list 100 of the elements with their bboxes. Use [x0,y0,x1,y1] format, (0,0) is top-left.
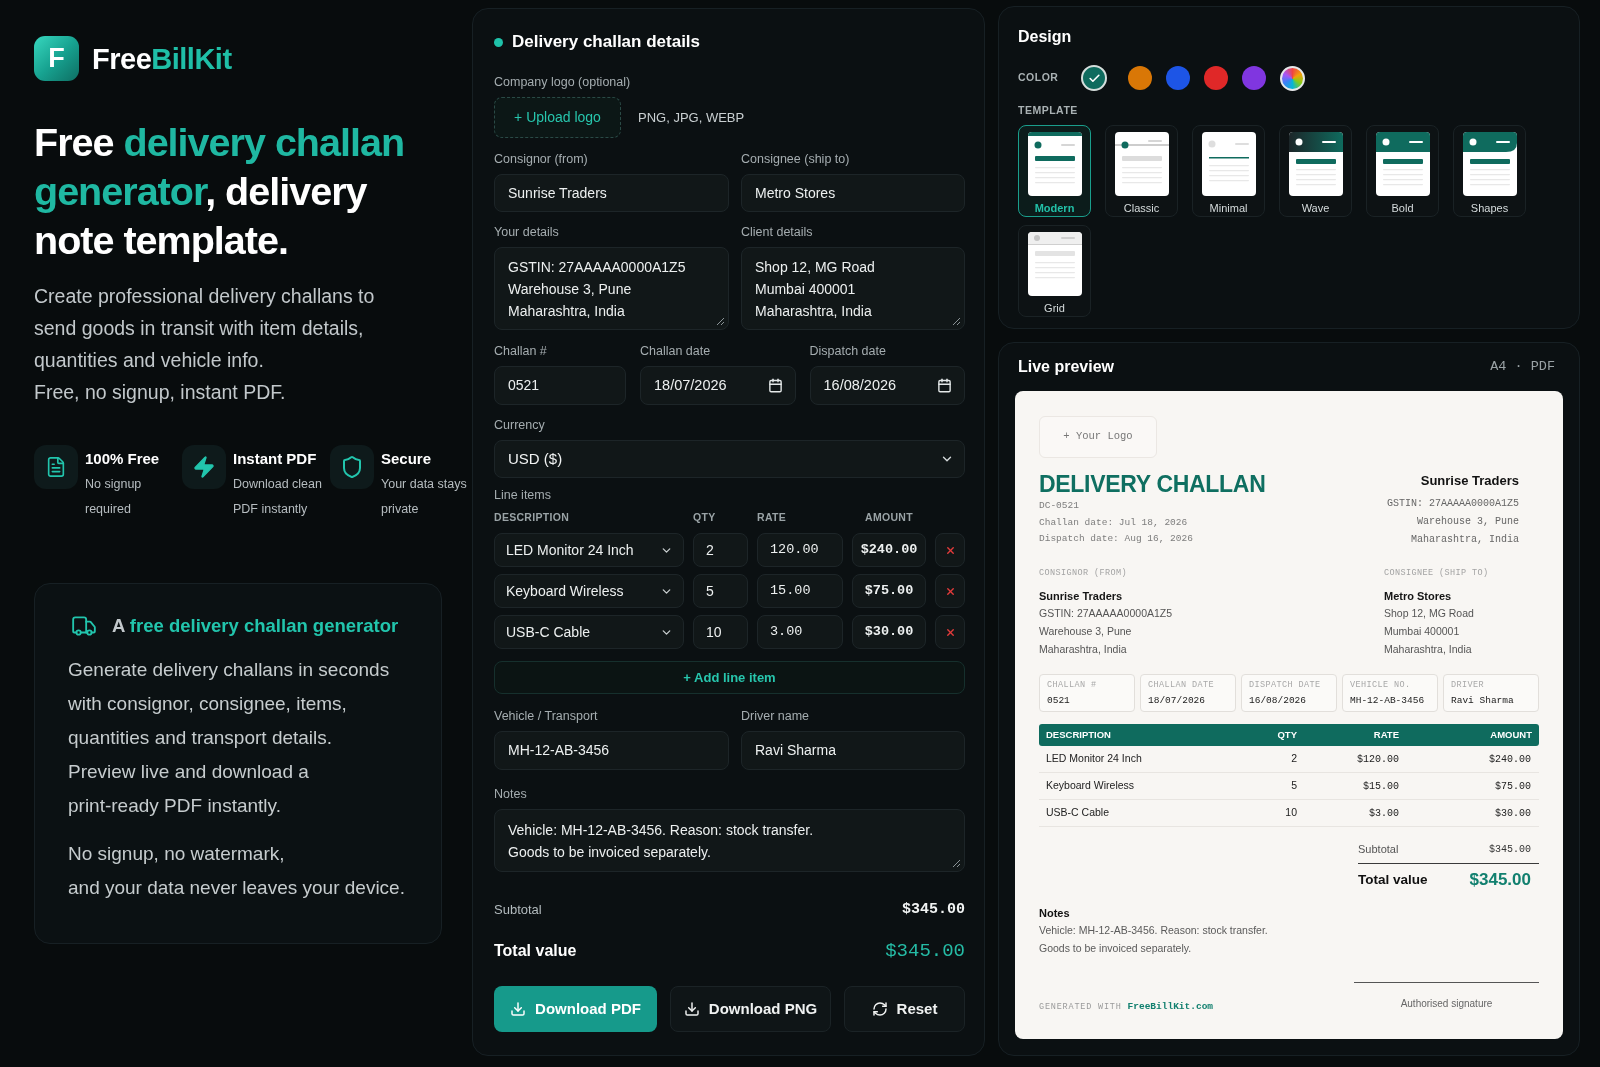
column-header: DESCRIPTION [494,510,571,526]
check-icon [1087,71,1101,85]
remove-row-button[interactable] [935,533,965,567]
table-cell-text: $75.00 [1494,779,1532,794]
remove-row-button[interactable] [935,615,965,649]
page-preview-icon [1027,232,1082,296]
textarea-field[interactable]: Vehicle: MH-12-AB-3456. Reason: stock transfer. Goods to be invoiced separately. [494,809,965,872]
remove-row-button[interactable] [935,574,965,608]
address-line: Warehouse 3, Pune [1039,624,1132,639]
template-card[interactable]: Classic [1105,125,1178,217]
table-cell-text: $15.00 [1362,779,1400,794]
panel-title: Delivery challan details [512,32,701,52]
rate-field[interactable]: 120.00 [757,533,843,567]
template-card[interactable]: Wave [1279,125,1352,217]
card-title: A free delivery challan generator [112,614,399,638]
add-line-item-button[interactable]: + Add line item [494,661,965,694]
lightning-bolt-icon [182,445,226,489]
text-field[interactable]: 0521 [494,366,626,405]
table-cell-text: 10 [1284,805,1298,821]
page-preview-icon [1201,132,1256,196]
brand-name: FreeBillKit [92,41,232,77]
website-link[interactable]: FreeBillKit.com [1127,1001,1214,1012]
table-cell-text: 5 [1290,778,1298,794]
x-icon [944,626,956,638]
field-label: Company logo (optional) [494,74,632,91]
color-swatch[interactable] [1081,65,1107,91]
text-field[interactable]: Sunrise Traders [494,174,729,212]
color-swatch[interactable] [1128,66,1152,90]
calendar-icon [767,378,783,393]
feature-text: Your data stays private [381,476,468,518]
fact-value: 18/07/2026 [1148,694,1205,707]
quantity-field[interactable]: 10 [693,615,748,649]
field-label: Currency [494,417,546,434]
party-name: Metro Stores [1384,589,1452,604]
resize-handle-icon [952,859,960,867]
address-line: Maharashtra, India [1039,642,1127,657]
description-select[interactable]: USB-C Cable [494,615,684,649]
headline: Free delivery challan generator, delivery note template. [34,119,406,264]
upload-logo-button[interactable]: + Upload logo [494,97,621,138]
text-field[interactable]: Ravi Sharma [741,731,965,770]
notes-title: Notes [1039,906,1070,921]
color-swatch[interactable] [1204,66,1228,90]
custom-color-swatch[interactable] [1280,65,1305,91]
x-icon [944,544,956,556]
resize-handle-icon [716,317,724,325]
field-label: Challan # [494,343,548,360]
calendar-icon [937,378,952,393]
table-cell-text: Keyboard Wireless [1045,778,1136,794]
text-field[interactable]: MH-12-AB-3456 [494,731,729,770]
description-text: Free, no signup, instant PDF. [34,380,287,405]
description-select[interactable]: LED Monitor 24 Inch [494,533,684,567]
table-cell-text: USB-C Cable [1045,805,1111,821]
page-preview-icon [1462,132,1517,196]
party-label: CONSIGNEE (SHIP TO) [1384,567,1489,579]
field-label: Challan date [640,343,712,360]
amount-display: $240.00 [852,533,926,567]
date-field[interactable]: 16/08/2026 [809,366,965,405]
color-swatch[interactable] [1166,66,1190,90]
fact-value: 16/08/2026 [1249,694,1306,707]
quantity-field[interactable]: 5 [693,574,748,608]
card-text: Generate delivery challans in seconds with consignor, consignee, items, quantities and transport details. Preview live and download a print-ready PDF instantly. [68,658,391,818]
field-label: Driver name [741,708,811,725]
date-field[interactable]: 18/07/2026 [640,366,796,405]
fact-value: 0521 [1047,694,1070,707]
template-card[interactable]: Modern [1018,125,1091,217]
template-card[interactable]: Bold [1366,125,1439,217]
panel-title: Live preview [1018,357,1115,377]
address-line: Warehouse 3, Pune [1416,515,1519,529]
column-header: AMOUNT [1489,727,1533,742]
feature-title: Secure [381,449,433,469]
select-field[interactable]: USD ($) [494,440,965,478]
table-cell-text: LED Monitor 24 Inch [1045,751,1143,767]
reset-button[interactable]: Reset [844,986,965,1032]
column-header: DESCRIPTION [1045,727,1112,742]
color-swatch[interactable] [1242,66,1266,90]
logo-placeholder[interactable]: + Your Logo [1039,416,1157,458]
rate-field[interactable]: 3.00 [757,615,843,649]
download-icon [510,1001,527,1017]
description-select[interactable]: Keyboard Wireless [494,574,684,608]
textarea-field[interactable]: Shop 12, MG Road Mumbai 400001 Maharashtra, India [741,247,965,330]
template-card[interactable]: Shapes [1453,125,1526,217]
textarea-field[interactable]: GSTIN: 27AAAAA0000A1Z5 Warehouse 3, Pune Maharashtra, India [494,247,729,330]
template-card[interactable]: Minimal [1192,125,1265,217]
rate-field[interactable]: 15.00 [757,574,843,608]
column-header: QTY [693,510,717,526]
download-button[interactable]: Download PNG [670,986,831,1032]
file-types-hint: PNG, JPG, WEBP [638,108,745,127]
address-line: Maharashtra, India [1410,533,1519,547]
column-header: AMOUNT [864,510,914,526]
document-date: Challan date: Jul 18, 2026 [1039,515,1188,530]
page-preview-icon [1375,132,1430,196]
fact-label: CHALLAN # [1047,679,1097,691]
quantity-field[interactable]: 2 [693,533,748,567]
field-label: Line items [494,487,552,504]
section-label: COLOR [1018,70,1060,86]
fact-value: Ravi Sharma [1451,694,1514,707]
download-icon [683,1001,700,1017]
field-label: Your details [494,224,560,241]
template-card[interactable]: Grid [1018,225,1091,317]
text-field[interactable]: Metro Stores [741,174,965,212]
